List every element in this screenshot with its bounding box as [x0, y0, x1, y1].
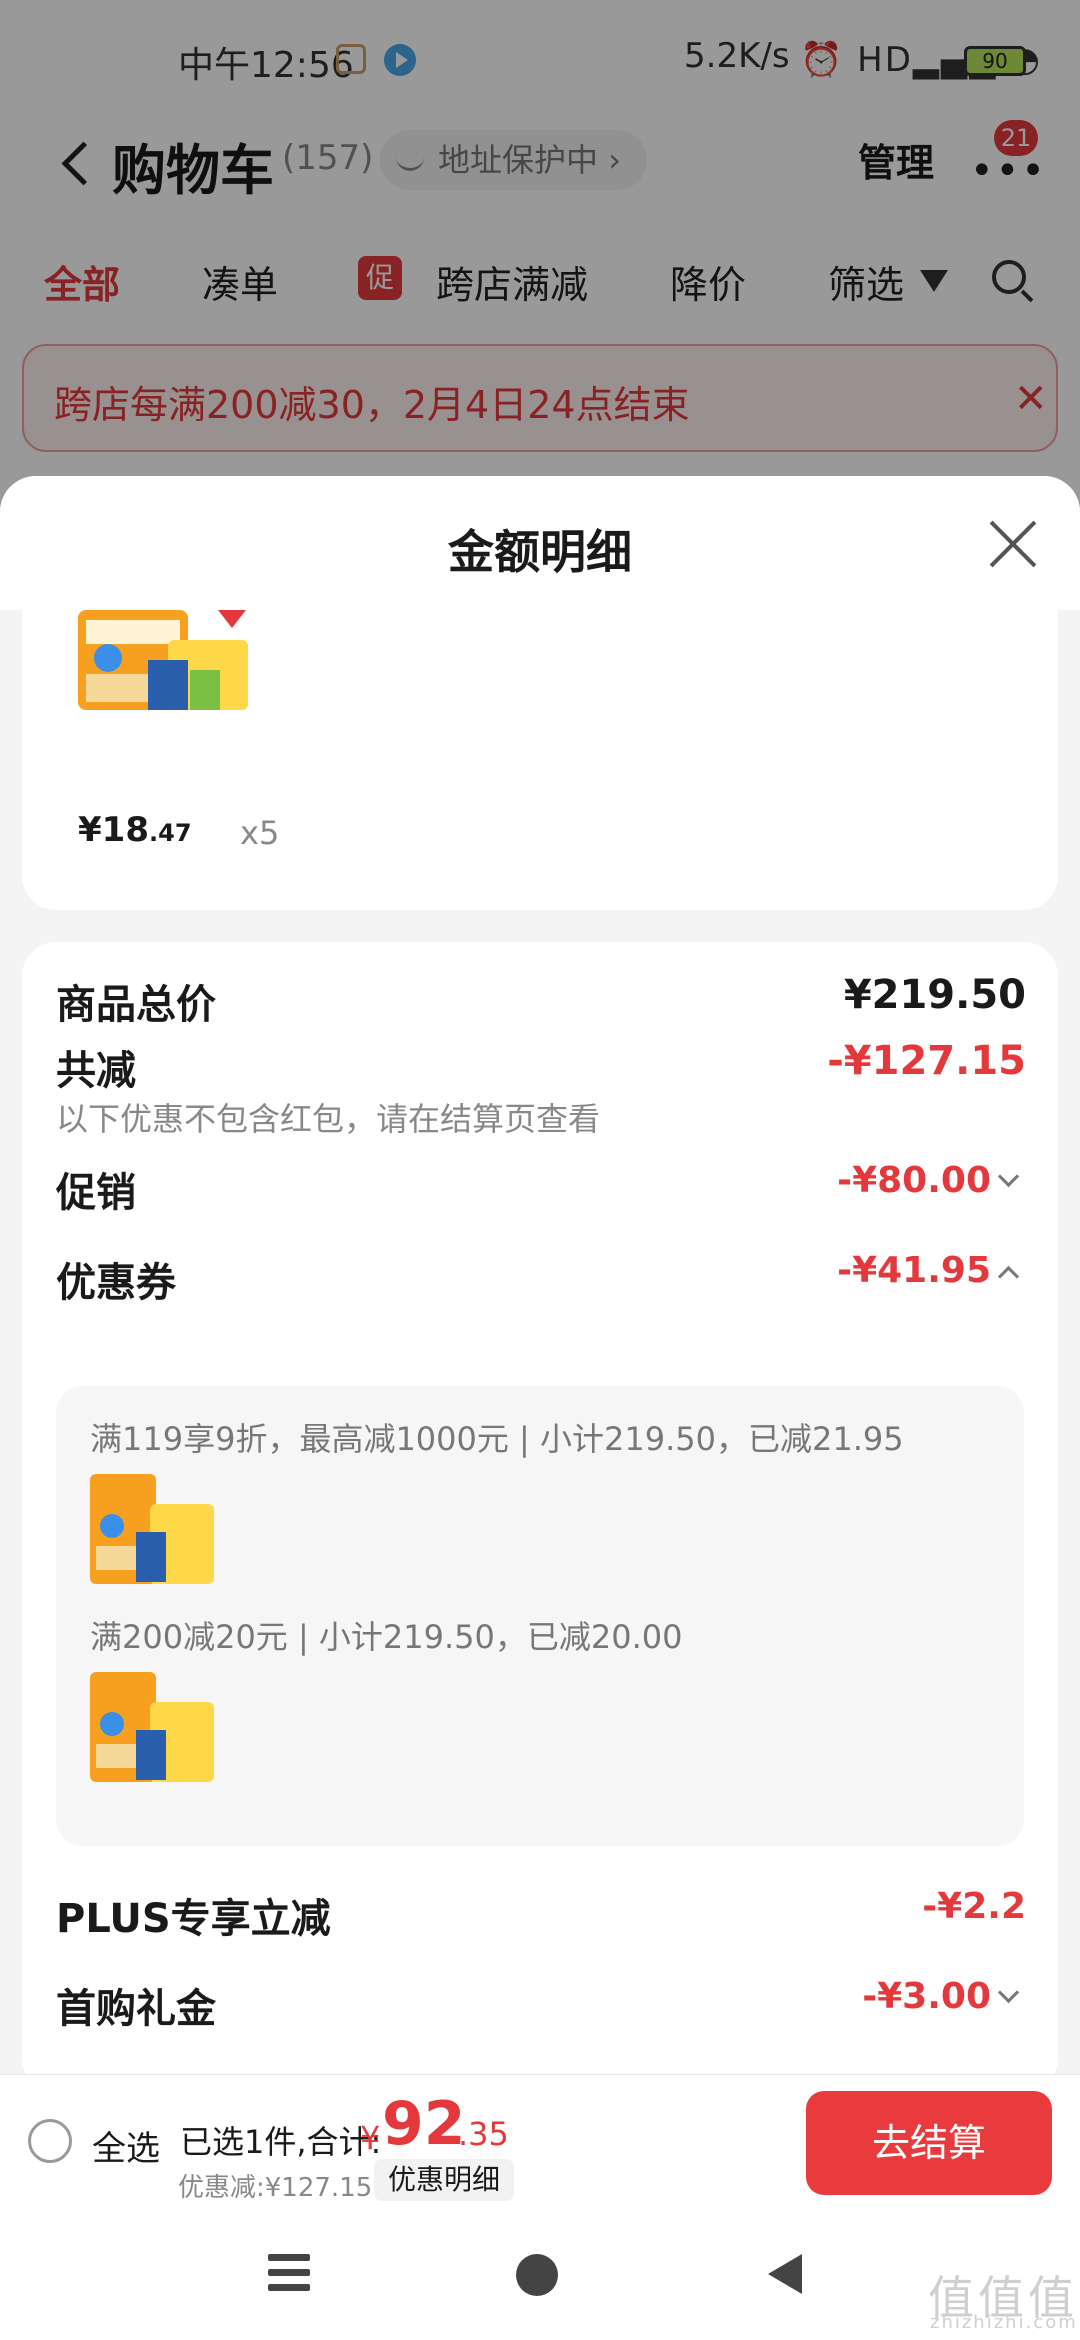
checkout-button[interactable]: 去结算	[806, 2091, 1052, 2195]
first-gift-value: -¥3.00	[862, 1976, 1020, 2017]
total-decimal: .35	[458, 2115, 509, 2153]
promotion-value: -¥80.00	[837, 1160, 1020, 1201]
amount-detail-sheet: 金额明细 ¥18.47 x5 商品总价 ¥219.50 共减 -¥127.15 …	[0, 476, 1080, 2340]
row-reduce: 共减 -¥127.15	[56, 1038, 1026, 1094]
select-all-radio[interactable]	[28, 2119, 72, 2163]
row-coupon[interactable]: 优惠券 -¥41.95	[56, 1250, 1026, 1306]
menu-icon[interactable]	[268, 2254, 310, 2294]
reduce-value: -¥127.15	[827, 1038, 1026, 1084]
coupon-label: 优惠券	[56, 1260, 176, 1306]
coupon-line: 满119享9折，最高减1000元 | 小计219.50，已减21.95	[90, 1420, 904, 1458]
coupon-product-image	[90, 1474, 214, 1584]
chevron-up-icon	[997, 1265, 1020, 1288]
amount-breakdown-card: 商品总价 ¥219.50 共减 -¥127.15 以下优惠不包含红包，请在结算页…	[22, 942, 1058, 2092]
discount-detail-button[interactable]: 优惠明细	[374, 2159, 515, 2201]
discount-text: 优惠减:¥127.15	[178, 2173, 373, 2203]
coupon-detail-box: 满119享9折，最高减1000元 | 小计219.50，已减21.95 满200…	[56, 1386, 1024, 1846]
product-quantity: x5	[240, 814, 280, 852]
row-first-gift[interactable]: 首购礼金 -¥3.00	[56, 1976, 1026, 2032]
sheet-title: 金额明细	[448, 525, 632, 579]
total-amount: 92	[382, 2089, 466, 2159]
product-image	[78, 610, 248, 710]
promotion-label: 促销	[56, 1170, 136, 1216]
selected-summary: 已选1件,合计:	[180, 2123, 382, 2161]
plus-label: PLUS专享立减	[56, 1896, 331, 1942]
row-total: 商品总价 ¥219.50	[56, 972, 1026, 1028]
reduce-label: 共减	[56, 1048, 136, 1094]
row-plus: PLUS专享立减 -¥2.2	[56, 1886, 1026, 1942]
total-symbol: ¥	[360, 2119, 381, 2157]
total-label: 商品总价	[56, 982, 216, 1028]
product-card: ¥18.47 x5	[22, 610, 1058, 910]
sheet-header: 金额明细	[0, 476, 1080, 610]
total-value: ¥219.50	[843, 972, 1026, 1018]
home-icon[interactable]	[516, 2254, 558, 2296]
chevron-down-icon	[997, 1165, 1020, 1188]
coupon-line: 满200减20元 | 小计219.50，已减20.00	[90, 1618, 683, 1656]
system-nav-bar: 值值值 zhizhizhi.com	[0, 2208, 1080, 2340]
first-gift-label: 首购礼金	[56, 1986, 216, 2032]
chevron-down-icon	[997, 1981, 1020, 2004]
coupon-value: -¥41.95	[837, 1250, 1020, 1291]
watermark-url: zhizhizhi.com	[930, 2312, 1078, 2333]
row-promotion[interactable]: 促销 -¥80.00	[56, 1160, 1026, 1216]
reduce-note: 以下优惠不包含红包，请在结算页查看	[56, 1100, 601, 1138]
nav-back-icon[interactable]	[768, 2254, 802, 2294]
close-icon[interactable]	[986, 518, 1040, 572]
product-price: ¥18.47	[78, 810, 192, 850]
select-all-label[interactable]: 全选	[92, 2121, 160, 2170]
plus-value: -¥2.2	[922, 1886, 1026, 1927]
coupon-product-image	[90, 1672, 214, 1782]
checkout-bar: 全选 已选1件,合计: ¥ 92 .35 优惠减:¥127.15 优惠明细 去结…	[0, 2074, 1080, 2209]
